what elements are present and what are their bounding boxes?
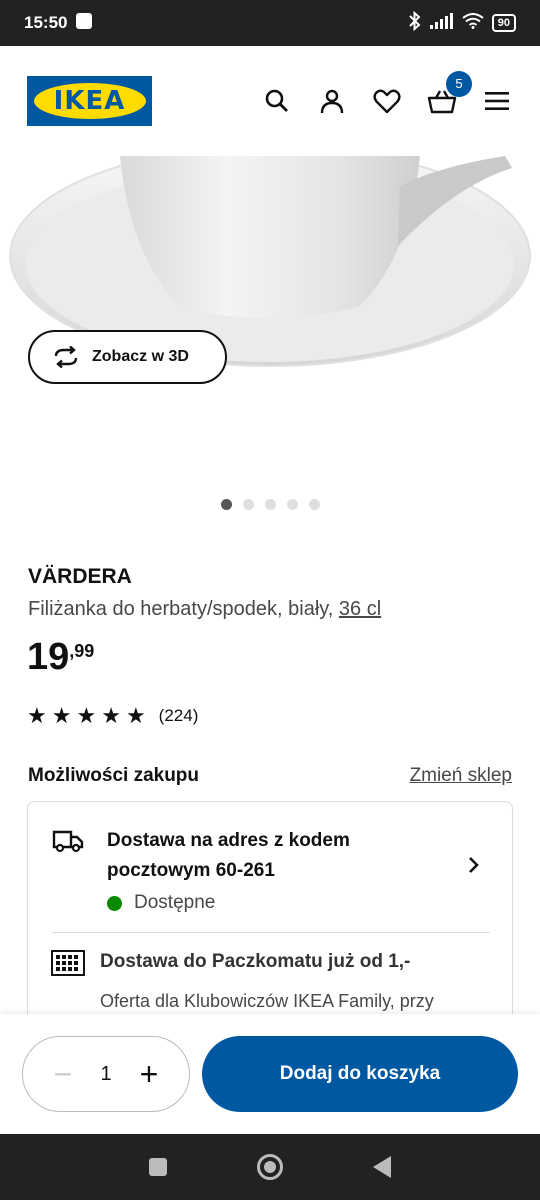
quantity-value[interactable]: 1 <box>100 1063 111 1086</box>
search-icon <box>265 89 288 112</box>
quantity-stepper: − 1 + <box>22 1036 190 1112</box>
star-icon: ★ <box>125 703 146 728</box>
truck-icon <box>52 828 84 859</box>
decrease-quantity-button[interactable]: − <box>45 1058 81 1090</box>
bluetooth-icon <box>408 10 422 36</box>
system-navigation-bar <box>0 1134 540 1200</box>
status-bar: 15:50 90 <box>0 0 540 46</box>
chevron-right-icon[interactable] <box>468 856 480 879</box>
account-button[interactable] <box>315 85 348 118</box>
product-description-text: Filiżanka do herbaty/spodek, biały, <box>28 598 334 620</box>
app-header: IKEA 5 <box>0 46 540 156</box>
carousel-dot[interactable] <box>221 499 232 510</box>
product-image[interactable] <box>0 156 540 466</box>
parcel-delivery-text: Oferta dla Klubowiczów IKEA Family, przy <box>100 991 434 1011</box>
heart-icon <box>372 89 401 114</box>
parcel-delivery-title: Dostawa do Paczkomatu już od 1,- <box>100 951 411 972</box>
logo-text: IKEA <box>53 86 126 116</box>
availability-text: Dostępne <box>134 892 216 913</box>
view-3d-button[interactable]: Zobacz w 3D <box>28 330 227 384</box>
cart-count-badge: 5 <box>446 70 472 97</box>
carousel-indicator[interactable] <box>221 499 320 510</box>
add-to-cart-button[interactable]: Dodaj do koszyka <box>202 1036 518 1112</box>
product-size-link[interactable]: 36 cl <box>339 598 381 620</box>
notification-icon <box>75 12 93 35</box>
star-icon: ★ <box>101 703 121 728</box>
availability-status: Dostępne <box>107 892 215 914</box>
increase-quantity-button[interactable]: + <box>131 1058 167 1090</box>
rotate-3d-icon <box>54 346 78 368</box>
battery-indicator: 90 <box>491 14 516 32</box>
parcel-locker-icon <box>50 949 86 982</box>
available-dot <box>107 895 122 911</box>
user-icon <box>320 89 343 114</box>
star-icon: ★ <box>76 703 97 728</box>
menu-button[interactable] <box>480 85 513 118</box>
divider <box>52 932 490 933</box>
product-price: 19,99 <box>27 636 94 679</box>
rating-count: (224) <box>158 706 199 725</box>
product-description: Filiżanka do herbaty/spodek, biały, 36 c… <box>28 598 381 621</box>
ikea-logo[interactable]: IKEA <box>27 76 152 126</box>
home-delivery-title: Dostawa na adres z kodem pocztowym 60-26… <box>107 830 350 881</box>
price-decimal: ,99 <box>69 641 95 661</box>
add-to-cart-bar: − 1 + Dodaj do koszyka <box>0 1014 540 1134</box>
purchase-options-title: Możliwości zakupu <box>28 765 200 786</box>
change-store-link[interactable]: Zmień sklep <box>410 765 512 787</box>
carousel-dot[interactable] <box>265 499 276 510</box>
status-time: 15:50 <box>24 13 68 32</box>
signal-icon <box>429 12 454 34</box>
back-button[interactable] <box>373 1156 391 1178</box>
favourites-button[interactable] <box>370 85 403 118</box>
view-3d-label: Zobacz w 3D <box>92 348 189 365</box>
search-button[interactable] <box>260 85 293 118</box>
carousel-dot[interactable] <box>309 499 320 510</box>
recent-apps-button[interactable] <box>149 1158 167 1176</box>
product-name: VÄRDERA <box>28 565 132 588</box>
price-main: 19 <box>27 636 70 678</box>
hamburger-icon <box>484 92 509 110</box>
carousel-dot[interactable] <box>243 499 254 510</box>
product-rating[interactable]: ★ ★ ★ ★ ★ (224) <box>27 705 198 727</box>
home-button[interactable] <box>257 1154 283 1180</box>
star-icon: ★ <box>51 703 72 728</box>
wifi-icon <box>462 12 484 34</box>
cart-button[interactable]: 5 <box>425 70 472 118</box>
carousel-dot[interactable] <box>287 499 298 510</box>
cup-saucer-image <box>9 156 531 367</box>
star-icon: ★ <box>27 703 47 728</box>
